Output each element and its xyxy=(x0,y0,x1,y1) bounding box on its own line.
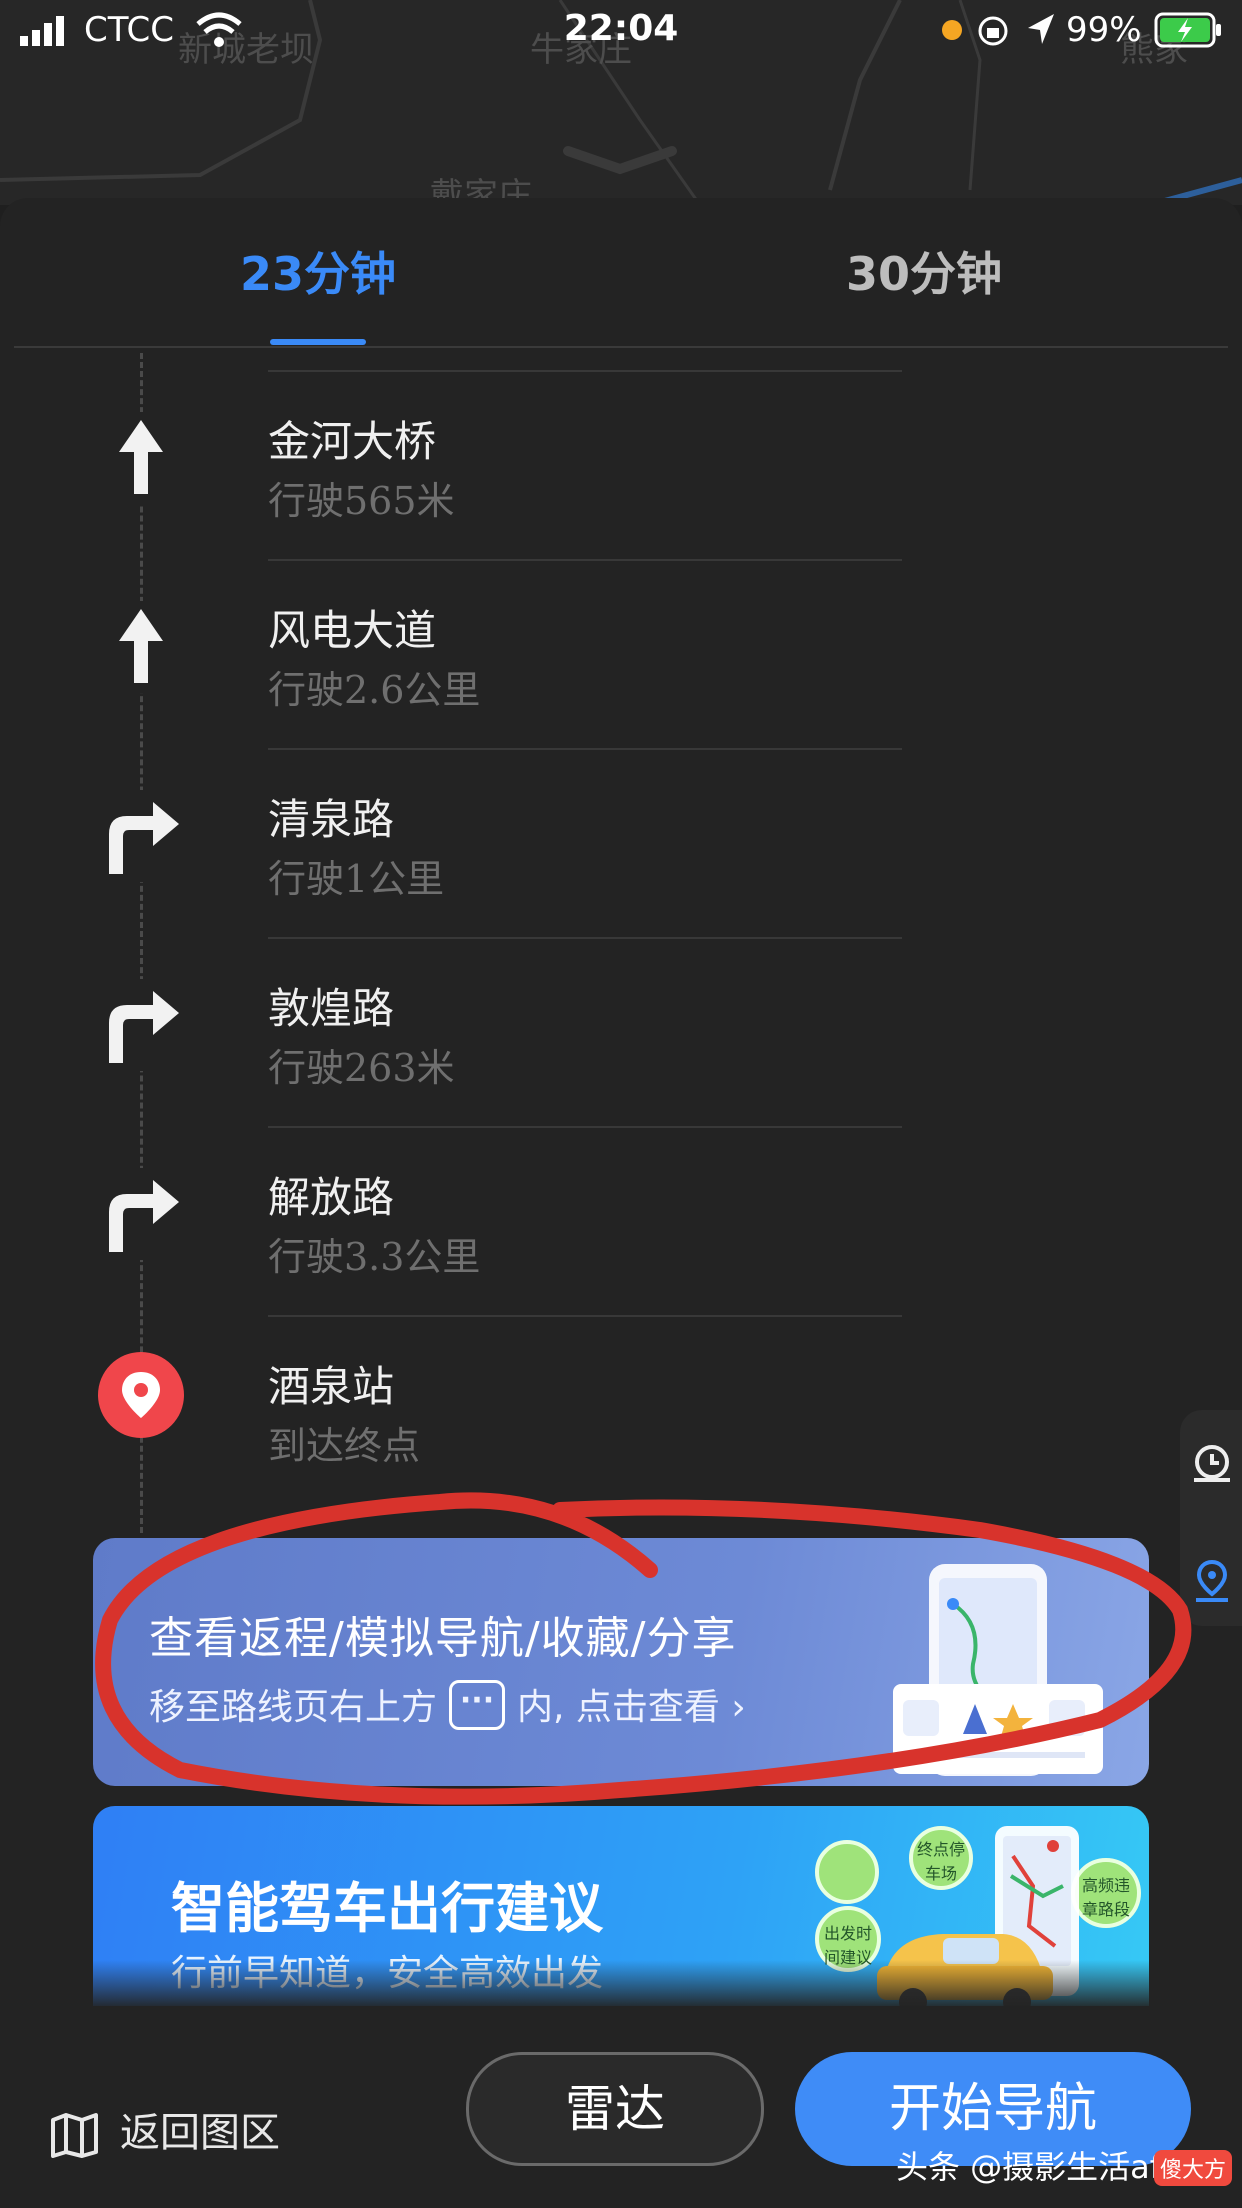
divider xyxy=(268,559,902,561)
divider xyxy=(268,748,902,750)
divider xyxy=(268,1126,902,1128)
route-step[interactable]: 风电大道 行驶2.6公里 xyxy=(0,559,1242,747)
tips-sub-text-1: 移至路线页右上方 xyxy=(149,1687,438,1728)
location-pin-icon[interactable] xyxy=(1192,1558,1232,1604)
road-name: 酒泉站 xyxy=(268,1362,395,1411)
more-icon: ··· xyxy=(449,1680,506,1730)
route-step-destination[interactable]: 酒泉站 到达终点 xyxy=(0,1315,1242,1503)
road-distance: 行驶263米 xyxy=(268,1046,455,1090)
divider xyxy=(268,370,902,372)
watermark-text: 头条 @摄影生活af xyxy=(896,2148,1162,2186)
turn-right-icon xyxy=(95,790,187,882)
recording-dot-icon xyxy=(942,20,962,40)
road-distance: 行驶565米 xyxy=(268,479,455,523)
tips-banner-title: 查看返程/模拟导航/收藏/分享 xyxy=(149,1613,737,1664)
tips-sub-text-2: 内, 点击查看 xyxy=(517,1687,720,1728)
side-controls xyxy=(1180,1410,1242,1626)
destination-pin-icon xyxy=(98,1352,184,1438)
back-to-map-button[interactable]: 返回图区 xyxy=(50,2100,280,2158)
history-clock-icon[interactable] xyxy=(1192,1444,1232,1484)
road-name: 金河大桥 xyxy=(268,417,437,466)
tips-banner[interactable]: 查看返程/模拟导航/收藏/分享 移至路线页右上方 ··· 内, 点击查看 › xyxy=(93,1538,1149,1786)
chevron-right-icon: › xyxy=(731,1687,746,1728)
status-bar: CTCC 22:04 99% xyxy=(0,0,1242,62)
straight-arrow-icon xyxy=(95,601,187,693)
tab-indicator xyxy=(270,339,366,345)
phone-illustration-icon xyxy=(893,1564,1103,1776)
divider xyxy=(268,1315,902,1317)
road-name: 风电大道 xyxy=(268,606,437,655)
battery-percent: 99% xyxy=(1066,10,1142,50)
radar-button[interactable]: 雷达 xyxy=(466,2052,764,2166)
route-step[interactable]: 金河大桥 行驶565米 xyxy=(0,370,1242,558)
battery-icon xyxy=(1154,12,1221,48)
map-icon xyxy=(51,2113,98,2158)
road-name: 清泉路 xyxy=(268,795,395,844)
road-name: 解放路 xyxy=(268,1173,395,1222)
watermark-logo: 傻大方 xyxy=(1154,2150,1233,2186)
tab-route-2[interactable]: 30分钟 xyxy=(846,238,1002,304)
route-step[interactable]: 敦煌路 行驶263米 xyxy=(0,937,1242,1125)
drive-banner-title: 智能驾车出行建议 xyxy=(171,1877,603,1940)
divider xyxy=(268,937,902,939)
tab-route-1[interactable]: 23分钟 xyxy=(240,238,396,304)
rotation-lock-icon xyxy=(978,16,1008,46)
back-to-map-label: 返回图区 xyxy=(120,2110,280,2156)
road-distance: 行驶3.3公里 xyxy=(268,1235,481,1279)
route-tabs: 23分钟 30分钟 xyxy=(14,198,1228,348)
road-distance: 到达终点 xyxy=(268,1424,421,1468)
straight-arrow-icon xyxy=(95,412,187,504)
road-distance: 行驶1公里 xyxy=(268,857,445,901)
collapse-handle-icon[interactable] xyxy=(560,145,680,175)
route-step[interactable]: 清泉路 行驶1公里 xyxy=(0,748,1242,936)
route-step[interactable]: 解放路 行驶3.3公里 xyxy=(0,1126,1242,1314)
turn-right-icon xyxy=(95,979,187,1071)
road-name: 敦煌路 xyxy=(268,984,395,1033)
location-arrow-icon xyxy=(1028,14,1054,44)
list-fade xyxy=(0,1960,1242,2010)
tips-banner-subtitle: 移至路线页右上方 ··· 内, 点击查看 › xyxy=(149,1678,746,1734)
turn-right-icon xyxy=(95,1168,187,1260)
road-distance: 行驶2.6公里 xyxy=(268,668,481,712)
